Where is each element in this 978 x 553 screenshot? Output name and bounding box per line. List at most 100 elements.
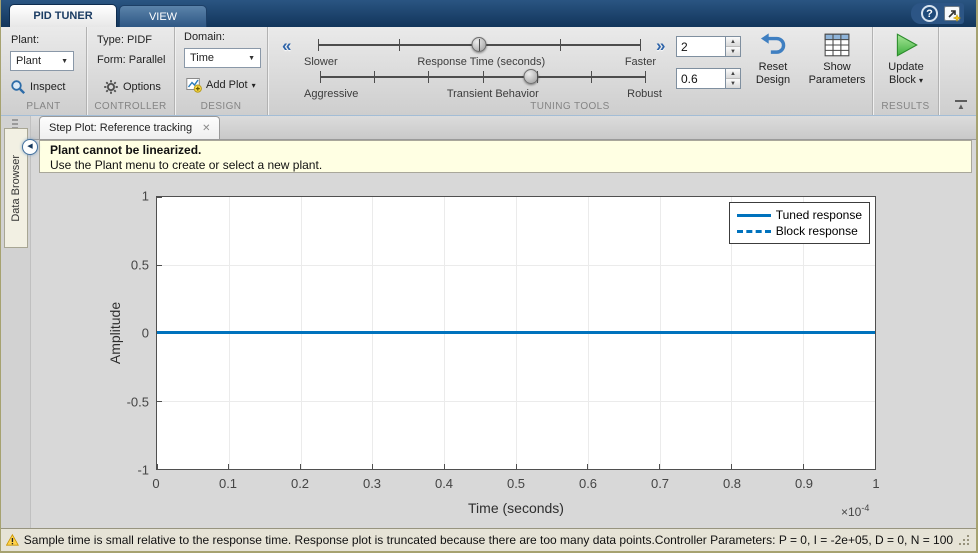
spinner-buttons: ▲ ▼ xyxy=(726,36,741,57)
results-section-label: RESULTS xyxy=(881,101,930,112)
add-plot-icon xyxy=(186,78,202,93)
ribbon-section-controller: Type: PIDF Form: Parallel Options CONTRO… xyxy=(87,27,175,115)
table-icon xyxy=(824,33,850,57)
x-tick-label: 0.7 xyxy=(650,476,670,491)
slider-right-label: Robust xyxy=(627,88,662,100)
transient-behavior-input[interactable] xyxy=(676,68,726,89)
titlebar: PID TUNER VIEW ? xyxy=(1,0,976,27)
caret-down-icon: ▼ xyxy=(248,54,255,62)
slider-tick xyxy=(479,39,480,51)
domain-dropdown[interactable]: Time ▼ xyxy=(184,48,261,68)
x-scale-exponent: -4 xyxy=(861,503,870,513)
minimize-ribbon-button[interactable]: ▲ xyxy=(951,98,971,112)
update-block-button[interactable]: Update Block ▾ xyxy=(874,31,938,95)
y-tick-mark xyxy=(157,196,162,198)
reset-design-button[interactable]: Reset Design xyxy=(741,31,805,95)
y-tick-label: -1 xyxy=(137,462,149,478)
x-tick-mark xyxy=(730,464,732,469)
magnifier-icon xyxy=(11,80,26,95)
warning-banner: Plant cannot be linearized. Use the Plan… xyxy=(39,140,972,173)
x-tick-mark xyxy=(802,464,804,469)
collapse-panel-button[interactable]: ◀ xyxy=(22,139,38,155)
resize-grip[interactable] xyxy=(959,533,971,547)
legend-entry: Tuned response xyxy=(736,207,862,223)
show-parameters-button[interactable]: Show Parameters xyxy=(802,31,872,95)
caret-down-icon: ▾ xyxy=(251,80,256,90)
transient-behavior-spinner: ▲ ▼ xyxy=(676,68,741,89)
show-parameters-label: Show Parameters xyxy=(808,61,866,86)
tab-pid-tuner[interactable]: PID TUNER xyxy=(9,4,117,27)
faster-step-button[interactable]: » xyxy=(656,37,665,54)
ribbon-section-plant: Plant: Plant ▼ Inspect PLANT xyxy=(1,27,87,115)
controller-section-label: CONTROLLER xyxy=(94,101,167,112)
gridline-horizontal xyxy=(157,265,875,266)
slower-step-button[interactable]: « xyxy=(282,37,291,54)
inspect-button[interactable]: Inspect xyxy=(6,77,69,97)
spinner-buttons: ▲ ▼ xyxy=(726,68,741,89)
spin-up-icon[interactable]: ▲ xyxy=(726,37,740,46)
collapse-up-icon: ▲ xyxy=(957,102,965,111)
step-plot-tab[interactable]: Step Plot: Reference tracking ✕ xyxy=(39,116,221,139)
spin-up-icon[interactable]: ▲ xyxy=(726,69,740,78)
x-tick-label: 1 xyxy=(872,476,880,491)
tab-view[interactable]: VIEW xyxy=(119,5,207,27)
x-tick-label: 0.3 xyxy=(362,476,382,491)
x-tick-mark xyxy=(874,464,876,469)
x-tick-label: 0.6 xyxy=(578,476,598,491)
plant-field-label: Plant: xyxy=(11,34,40,46)
inspect-label: Inspect xyxy=(30,81,66,93)
transient-behavior-slider-labels: Aggressive Transient Behavior Robust xyxy=(304,88,662,100)
spin-down-icon[interactable]: ▼ xyxy=(726,46,740,56)
response-time-spinner: ▲ ▼ xyxy=(676,36,741,57)
reset-design-label: Reset Design xyxy=(755,61,791,86)
slider-tick xyxy=(640,39,641,51)
x-tick-label: 0 xyxy=(152,476,160,491)
x-axis-tick-labels: 0 0.1 0.2 0.3 0.4 0.5 0.6 0.7 0.8 0.9 1 xyxy=(152,476,880,491)
data-browser-strip: Data Browser xyxy=(1,116,31,528)
x-tick-mark xyxy=(228,464,230,469)
y-axis-title: Amplitude xyxy=(107,301,123,365)
main-content: Step Plot: Reference tracking ✕ Plant ca… xyxy=(31,116,976,528)
y-tick-label: 0.5 xyxy=(130,257,149,272)
plant-dropdown[interactable]: Plant ▼ xyxy=(10,51,74,71)
close-icon[interactable]: ✕ xyxy=(202,123,210,134)
step-plot-tab-title: Step Plot: Reference tracking xyxy=(49,122,193,134)
plot-area[interactable]: Tuned response Block response xyxy=(156,196,876,470)
series-line-tuned-response xyxy=(157,331,875,334)
help-icon[interactable]: ? xyxy=(921,5,938,22)
chart-area: Tuned response Block response 1 0.5 0 -0.5 -1… xyxy=(31,173,976,528)
titlebar-icon-group: ? xyxy=(911,3,964,24)
response-time-input[interactable] xyxy=(676,36,726,57)
plot-legend[interactable]: Tuned response Block response xyxy=(728,202,870,244)
controller-type-row: Type: PIDF xyxy=(97,34,152,46)
play-icon xyxy=(896,33,918,57)
slider-tick xyxy=(645,71,646,83)
legend-series-name: Block response xyxy=(775,224,858,238)
ribbon-section-tuning-tools: « Slower Response Time (seconds) Faster … xyxy=(268,27,873,115)
pid-tuner-window: PID TUNER VIEW ? Plant: Plant ▼ Inspect … xyxy=(0,0,978,553)
x-tick-label: 0.5 xyxy=(506,476,526,491)
update-block-label: Update Block ▾ xyxy=(877,61,935,87)
caret-down-icon: ▾ xyxy=(918,76,923,85)
tuning-tools-section-label: TUNING TOOLS xyxy=(530,101,610,112)
plant-section-label: PLANT xyxy=(26,101,61,112)
slider-tick xyxy=(374,71,376,83)
response-time-slider[interactable] xyxy=(318,35,641,55)
reset-icon xyxy=(760,33,786,54)
spin-down-icon[interactable]: ▼ xyxy=(726,78,740,88)
popout-icon[interactable] xyxy=(944,6,961,22)
add-plot-button[interactable]: Add Plot ▾ xyxy=(182,75,260,95)
gridline-horizontal xyxy=(157,401,875,402)
y-tick-mark xyxy=(157,264,162,266)
x-tick-mark xyxy=(515,464,517,469)
status-bar: Sample time is small relative to the res… xyxy=(1,528,976,551)
slider-tick xyxy=(536,71,538,83)
controller-form-row: Form: Parallel xyxy=(97,54,165,66)
add-plot-label: Add Plot xyxy=(206,79,248,91)
options-button[interactable]: Options xyxy=(99,77,165,97)
warning-icon xyxy=(6,533,19,546)
slider-tick xyxy=(398,39,400,51)
popout-arrow-glyph xyxy=(948,10,961,22)
transient-behavior-slider[interactable] xyxy=(320,67,646,87)
x-tick-mark xyxy=(659,464,661,469)
